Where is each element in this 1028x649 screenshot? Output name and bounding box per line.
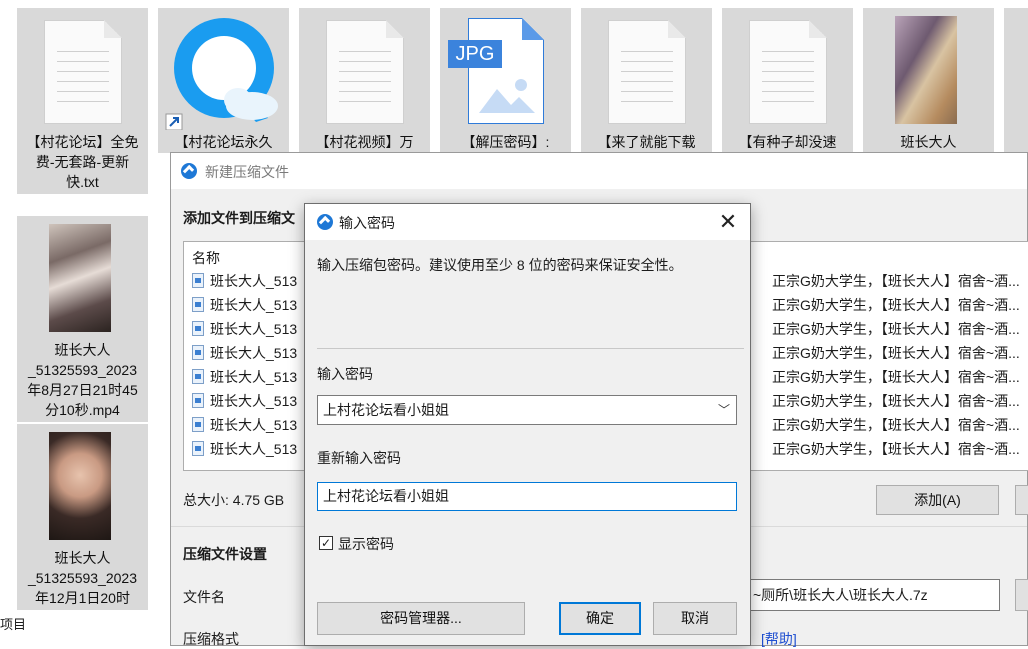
row-description: 正宗G奶大学生，【班长大人】宿舍~酒... xyxy=(772,369,1020,385)
divider xyxy=(317,348,744,349)
dialog-title: 输入密码 xyxy=(339,215,395,231)
total-size: 总大小: 4.75 GB xyxy=(183,492,285,508)
desktop-file-1[interactable]: 【村花论坛】全免费-无套路-更新快.txt xyxy=(17,8,148,194)
file-icon xyxy=(192,273,204,288)
row-name: 班长大人_513 xyxy=(210,321,298,337)
row-description: 正宗G奶大学生，【班长大人】宿舍~酒... xyxy=(772,297,1020,313)
explorer-status-bar: 项目 xyxy=(0,610,170,646)
table-row[interactable]: 班长大人_513 xyxy=(192,342,297,364)
file-icon xyxy=(192,393,204,408)
password-value: 上村花论坛看小姐姐 xyxy=(323,402,449,418)
file-label: 班长大人_51325593_2023年12月1日20时 xyxy=(27,550,137,606)
filename-input[interactable]: ~厕所\班长大人\班长大人.7z xyxy=(746,579,1000,611)
video-thumbnail xyxy=(895,16,957,124)
file-icon xyxy=(192,321,204,336)
browser-shortcut-icon xyxy=(165,18,278,130)
desktop-file-3[interactable]: 【村花视频】万 xyxy=(299,8,430,153)
file-label: 【村花视频】万 xyxy=(315,134,414,150)
table-row[interactable]: 班长大人_513 xyxy=(192,318,297,340)
table-row[interactable]: 班长大人_513 xyxy=(192,438,297,460)
file-label: 【解压密码】: xyxy=(461,134,550,150)
table-row[interactable]: 班长大人_513 xyxy=(192,390,297,412)
table-row[interactable]: 班长大人_513 xyxy=(192,294,297,316)
table-row[interactable]: 班长大人_513 xyxy=(192,270,297,292)
row-name: 班长大人_513 xyxy=(210,369,298,385)
text-file-icon xyxy=(608,20,686,124)
video-thumbnail xyxy=(49,432,111,540)
row-name: 班长大人_513 xyxy=(210,345,298,361)
file-label: 【村花论坛永久 xyxy=(174,134,273,150)
instruction-text: 输入压缩包密码。建议使用至少 8 位的密码来保证安全性。 xyxy=(317,257,683,273)
file-label: 班长大人 xyxy=(900,134,957,150)
title-bar: 新建压缩文件 xyxy=(171,153,1027,189)
ok-button[interactable]: 确定 xyxy=(559,602,641,635)
format-label: 压缩格式 xyxy=(183,631,239,647)
filename-label: 文件名 xyxy=(183,589,225,605)
close-icon[interactable]: ✕ xyxy=(716,210,740,234)
video-thumbnail xyxy=(49,224,111,332)
file-label: 【村花论坛】全免费-无套路-更新快.txt xyxy=(26,134,139,190)
dialog-title: 新建压缩文件 xyxy=(205,164,289,180)
desktop-file-7[interactable]: 班长大人 xyxy=(863,8,994,153)
row-name: 班长大人_513 xyxy=(210,441,298,457)
jpg-badge: JPG xyxy=(448,40,502,68)
partial-button xyxy=(1015,485,1028,515)
file-label: 班长大人_51325593_2023年8月27日21时45分10秒.mp4 xyxy=(27,342,138,418)
desktop-file-6[interactable]: 【有种子却没速 xyxy=(722,8,853,153)
table-row[interactable]: 班长大人_513 xyxy=(192,366,297,388)
jpg-file-icon xyxy=(468,18,544,124)
password-combobox[interactable]: 上村花论坛看小姐姐 ﹀ xyxy=(317,395,737,425)
app-icon xyxy=(181,163,197,179)
row-description: 正宗G奶大学生，【班长大人】宿舍~酒... xyxy=(772,393,1020,409)
help-link[interactable]: [帮助] xyxy=(761,629,797,649)
row-description: 正宗G奶大学生，【班长大人】宿舍~酒... xyxy=(772,417,1020,433)
row-description: 正宗G奶大学生，【班长大人】宿舍~酒... xyxy=(772,345,1020,361)
desktop-file-5[interactable]: 【来了就能下载 xyxy=(581,8,712,153)
file-label: 【来了就能下载 xyxy=(597,134,696,150)
column-header-name[interactable]: 名称 xyxy=(192,248,220,268)
desktop-file-9[interactable]: 班长大人_51325593_2023年12月1日20时 xyxy=(17,424,148,610)
row-description: 正宗G奶大学生，【班长大人】宿舍~酒... xyxy=(772,273,1020,289)
text-file-icon xyxy=(749,20,827,124)
reenter-password-input[interactable]: 上村花论坛看小姐姐 xyxy=(317,482,737,511)
file-icon xyxy=(192,345,204,360)
desktop-file-8[interactable]: 班长大人_51325593_2023年8月27日21时45分10秒.mp4 xyxy=(17,216,148,422)
file-icon xyxy=(192,369,204,384)
show-password-checkbox[interactable]: ✓ xyxy=(319,536,333,550)
chevron-down-icon[interactable]: ﹀ xyxy=(718,396,730,424)
text-file-icon xyxy=(44,20,122,124)
password-manager-button[interactable]: 密码管理器... xyxy=(317,602,525,635)
row-name: 班长大人_513 xyxy=(210,297,298,313)
cancel-button[interactable]: 取消 xyxy=(653,602,737,635)
status-text: 项目 xyxy=(0,617,27,632)
row-description: 正宗G奶大学生，【班长大人】宿舍~酒... xyxy=(772,441,1020,457)
file-icon xyxy=(192,441,204,456)
password-dialog: 输入密码 ✕ 输入压缩包密码。建议使用至少 8 位的密码来保证安全性。 输入密码… xyxy=(304,203,751,646)
desktop-file-2[interactable]: 【村花论坛永久 xyxy=(158,8,289,153)
desktop-file-4[interactable]: JPG 【解压密码】: xyxy=(440,8,571,153)
reenter-password-label: 重新输入密码 xyxy=(317,450,401,466)
table-row[interactable]: 班长大人_513 xyxy=(192,414,297,436)
archive-settings-heading: 压缩文件设置 xyxy=(183,546,267,562)
file-icon xyxy=(192,417,204,432)
add-files-heading: 添加文件到压缩文 xyxy=(183,210,295,226)
title-bar: 输入密码 ✕ xyxy=(305,204,750,240)
add-button[interactable]: 添加(A) xyxy=(876,485,999,515)
browse-button-partial[interactable] xyxy=(1015,579,1028,611)
password-label: 输入密码 xyxy=(317,366,373,382)
text-file-icon xyxy=(326,20,404,124)
row-description: 正宗G奶大学生，【班长大人】宿舍~酒... xyxy=(772,321,1020,337)
show-password-label[interactable]: 显示密码 xyxy=(338,534,394,554)
file-icon xyxy=(192,297,204,312)
row-name: 班长大人_513 xyxy=(210,393,298,409)
file-label: 【有种子却没速 xyxy=(738,134,837,150)
app-icon xyxy=(317,214,333,230)
row-name: 班长大人_513 xyxy=(210,273,298,289)
row-name: 班长大人_513 xyxy=(210,417,298,433)
desktop-tile-partial xyxy=(1004,8,1028,153)
